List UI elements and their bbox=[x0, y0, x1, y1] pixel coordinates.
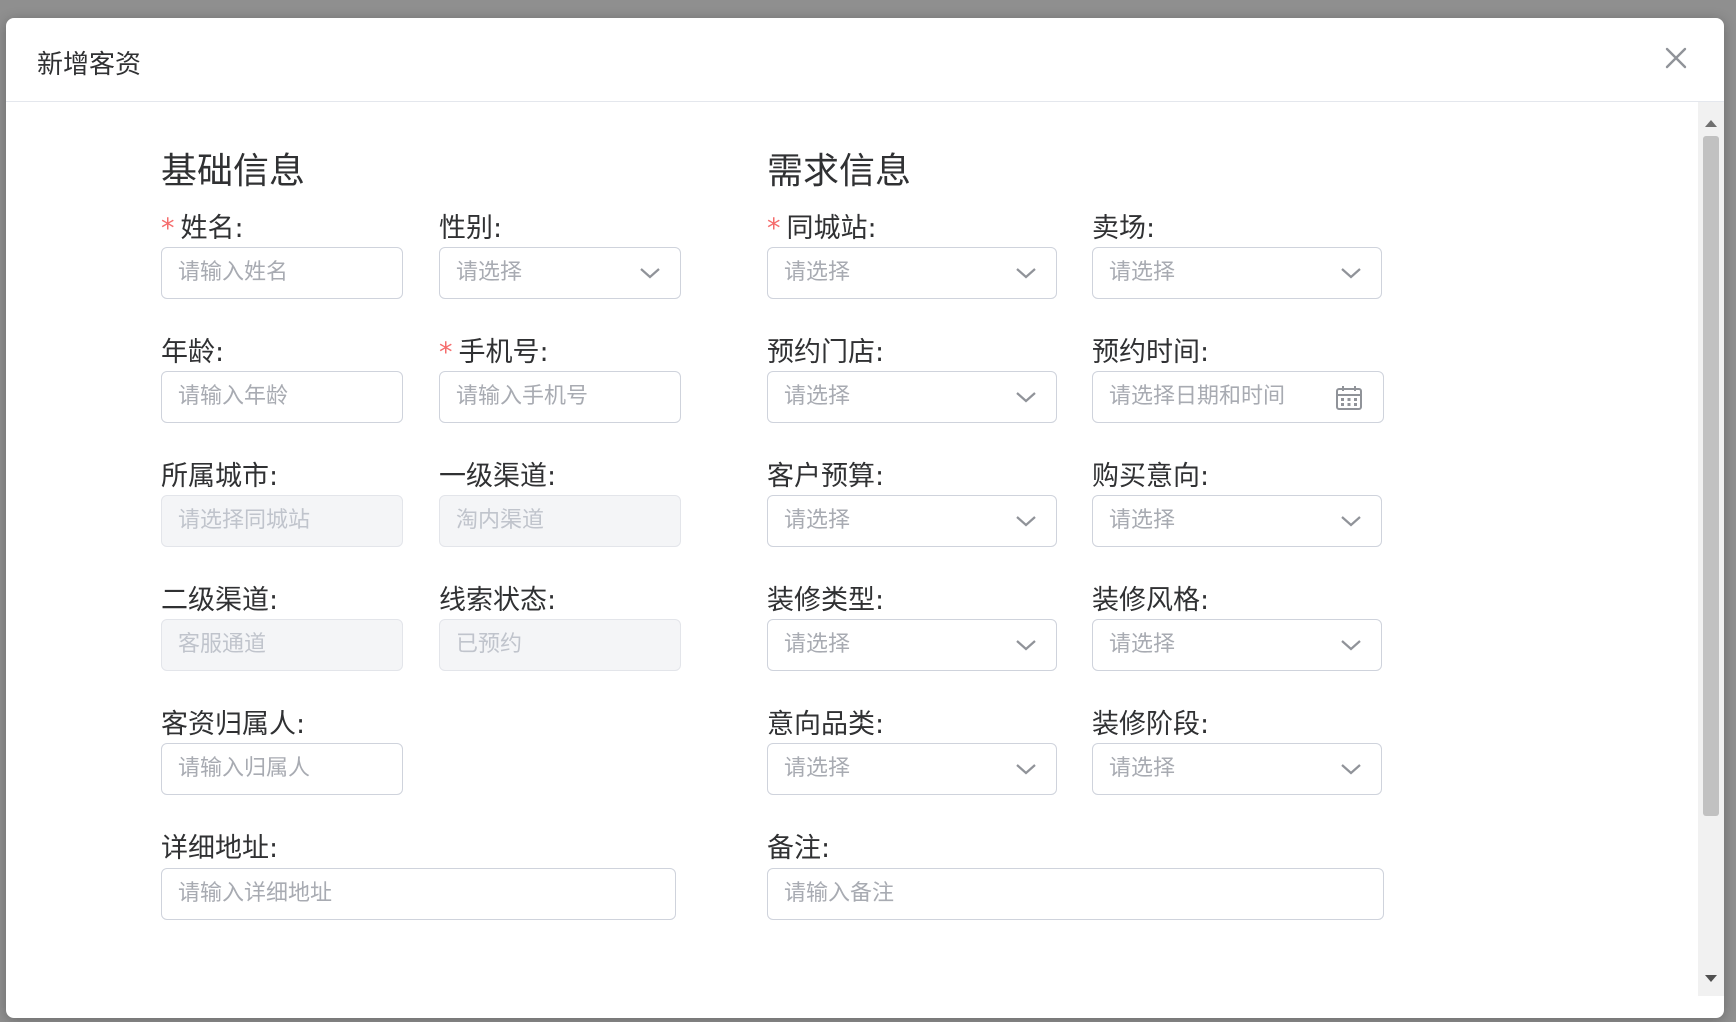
station-label: * 同城站: bbox=[767, 213, 877, 244]
chevron-down-icon bbox=[1016, 764, 1036, 775]
mall-select[interactable]: 请选择 bbox=[1092, 247, 1382, 299]
age-label: 年龄: bbox=[161, 337, 225, 368]
channel2-input: 客服通道 bbox=[161, 619, 403, 671]
address-input[interactable]: 请输入详细地址 bbox=[161, 868, 676, 920]
scroll-down-arrow-icon[interactable] bbox=[1703, 972, 1719, 986]
chevron-down-icon bbox=[1016, 516, 1036, 527]
appt-time-picker[interactable]: 请选择日期和时间 bbox=[1092, 371, 1384, 423]
intent-label: 购买意向: bbox=[1092, 461, 1210, 492]
remark-input[interactable]: 请输入备注 bbox=[767, 868, 1384, 920]
chevron-down-icon bbox=[1341, 640, 1361, 651]
required-mark: * bbox=[767, 213, 781, 244]
chevron-down-icon bbox=[1016, 392, 1036, 403]
scroll-thumb[interactable] bbox=[1703, 136, 1719, 816]
city-input: 请选择同城站 bbox=[161, 495, 403, 547]
section-title-demand: 需求信息 bbox=[767, 151, 912, 192]
deco-type-select[interactable]: 请选择 bbox=[767, 619, 1057, 671]
deco-stage-select[interactable]: 请选择 bbox=[1092, 743, 1382, 795]
close-button[interactable] bbox=[1656, 38, 1696, 78]
deco-type-label: 装修类型: bbox=[767, 585, 885, 616]
budget-select[interactable]: 请选择 bbox=[767, 495, 1057, 547]
category-select[interactable]: 请选择 bbox=[767, 743, 1057, 795]
phone-label: * 手机号: bbox=[439, 337, 549, 368]
gender-label: 性别: bbox=[439, 213, 503, 244]
add-lead-dialog: 新增客资 基础信息 需求信息 * 姓名: 请输入姓名 性别: 请选择 年龄: 请输… bbox=[6, 18, 1724, 1018]
age-input[interactable]: 请输入年龄 bbox=[161, 371, 403, 423]
close-icon bbox=[1665, 47, 1687, 69]
chevron-down-icon bbox=[1341, 268, 1361, 279]
deco-style-select[interactable]: 请选择 bbox=[1092, 619, 1382, 671]
dialog-scrollbar[interactable] bbox=[1698, 102, 1724, 996]
address-label: 详细地址: bbox=[161, 833, 279, 864]
calendar-icon bbox=[1336, 386, 1362, 410]
chevron-down-icon bbox=[640, 268, 660, 279]
deco-style-label: 装修风格: bbox=[1092, 585, 1210, 616]
deco-stage-label: 装修阶段: bbox=[1092, 709, 1210, 740]
name-label: * 姓名: bbox=[161, 213, 244, 244]
chevron-down-icon bbox=[1341, 516, 1361, 527]
store-select[interactable]: 请选择 bbox=[767, 371, 1057, 423]
owner-label: 客资归属人: bbox=[161, 709, 306, 740]
chevron-down-icon bbox=[1341, 764, 1361, 775]
city-label: 所属城市: bbox=[161, 461, 279, 492]
lead-status-input: 已预约 bbox=[439, 619, 681, 671]
name-input[interactable]: 请输入姓名 bbox=[161, 247, 403, 299]
store-label: 预约门店: bbox=[767, 337, 885, 368]
owner-input[interactable]: 请输入归属人 bbox=[161, 743, 403, 795]
channel2-label: 二级渠道: bbox=[161, 585, 279, 616]
station-select[interactable]: 请选择 bbox=[767, 247, 1057, 299]
intent-select[interactable]: 请选择 bbox=[1092, 495, 1382, 547]
dialog-body: 基础信息 需求信息 * 姓名: 请输入姓名 性别: 请选择 年龄: 请输入年龄 *… bbox=[6, 102, 1696, 996]
required-mark: * bbox=[439, 337, 453, 368]
section-title-basic: 基础信息 bbox=[161, 151, 306, 192]
dialog-title: 新增客资 bbox=[37, 50, 142, 80]
phone-input[interactable]: 请输入手机号 bbox=[439, 371, 681, 423]
remark-label: 备注: bbox=[767, 833, 831, 864]
channel1-input: 淘内渠道 bbox=[439, 495, 681, 547]
lead-status-label: 线索状态: bbox=[439, 585, 557, 616]
channel1-label: 一级渠道: bbox=[439, 461, 557, 492]
mall-label: 卖场: bbox=[1092, 213, 1156, 244]
dialog-header: 新增客资 bbox=[6, 18, 1724, 102]
budget-label: 客户预算: bbox=[767, 461, 885, 492]
category-label: 意向品类: bbox=[767, 709, 885, 740]
chevron-down-icon bbox=[1016, 268, 1036, 279]
chevron-down-icon bbox=[1016, 640, 1036, 651]
gender-select[interactable]: 请选择 bbox=[439, 247, 681, 299]
required-mark: * bbox=[161, 213, 175, 244]
appt-time-label: 预约时间: bbox=[1092, 337, 1210, 368]
scroll-up-arrow-icon[interactable] bbox=[1703, 116, 1719, 130]
